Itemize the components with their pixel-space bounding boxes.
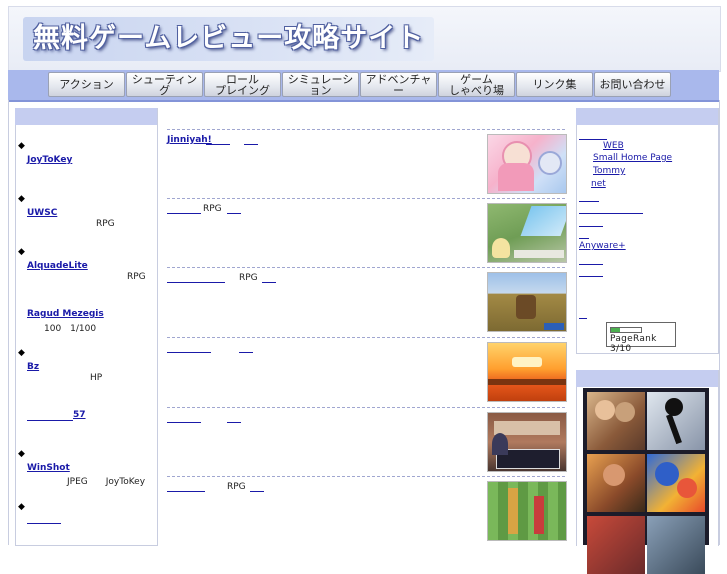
left-link[interactable]: WinShot [27,463,70,473]
left-panel-header [15,108,157,125]
game-link-underline[interactable] [167,413,201,423]
site-header: 無料ゲームレビュー攻略サイト [8,6,721,72]
game-link-underline[interactable] [167,273,225,283]
game-link-underline[interactable] [227,413,241,423]
site-title: 無料ゲームレビュー攻略サイト [33,23,425,54]
frame-left [8,100,9,545]
nav-simulation[interactable]: シミュレーション [282,72,359,97]
right-link-underline[interactable] [579,218,603,227]
game-link-underline[interactable] [244,135,258,145]
right-link[interactable]: WEB [579,141,624,151]
right-link-underline[interactable] [579,268,603,277]
left-link-underline[interactable] [27,515,61,524]
nav-bar: アクション シューティング ロール プレイング シミュレーション アドベンチャー… [8,70,719,102]
bullet-icon: ◆ [18,449,25,459]
right-link-underline[interactable] [579,205,643,214]
pagerank-badge[interactable]: PageRank 3/10 [606,322,676,354]
left-link[interactable]: UWSC [27,208,57,218]
left-desc: JPEG JoyToKey [67,477,146,487]
right-panel-2-header [576,370,718,387]
grid-thumbnail[interactable] [647,454,705,512]
left-link[interactable]: AlquadeLite [27,261,88,271]
row-divider [167,129,565,130]
right-link-underline[interactable] [579,256,603,265]
right-panel-header [576,108,718,125]
bullet-icon: ◆ [18,502,25,512]
bullet-icon: ◆ [18,247,25,257]
nav-menu: アクション シューティング ロール プレイング シミュレーション アドベンチャー… [48,72,671,97]
game-desc: RPG [239,273,258,283]
game-thumbnail[interactable] [487,272,567,332]
game-link-underline[interactable] [227,204,241,214]
grid-thumbnail[interactable] [647,392,705,450]
game-link-underline[interactable] [167,343,211,353]
left-link[interactable]: Bz [27,362,39,372]
left-link-underline[interactable] [27,410,73,421]
game-link-underline[interactable] [167,482,205,492]
game-link-underline[interactable] [167,204,201,214]
bullet-icon: ◆ [18,348,25,358]
left-link[interactable]: Ragud Mezegis [27,309,104,319]
right-link-underline[interactable] [579,193,599,202]
grid-thumbnail[interactable] [647,516,705,574]
right-link-underline[interactable] [579,131,607,140]
right-link[interactable]: Anyware+ [579,241,626,251]
row-divider [167,198,565,199]
game-link-underline[interactable] [250,482,264,492]
row-divider [167,267,565,268]
nav-forum[interactable]: ゲーム しゃべり場 [438,72,515,97]
game-thumbnail[interactable] [487,134,567,194]
thumbnail-grid [583,388,709,574]
left-desc: 100 1/100 [44,324,97,334]
pagerank-label: PageRank 3/10 [610,334,657,354]
right-link[interactable]: net [579,179,606,189]
nav-shooting[interactable]: シューティング [126,72,203,97]
game-thumbnail[interactable] [487,412,567,472]
game-desc: RPG [227,482,246,492]
grid-thumbnail[interactable] [587,516,645,574]
game-thumbnail[interactable] [487,342,567,402]
bullet-icon: ◆ [18,194,25,204]
left-desc: HP [90,373,103,383]
row-divider [167,407,565,408]
nav-adventure[interactable]: アドベンチャー [360,72,437,97]
left-desc: RPG [127,272,146,282]
game-link-underline[interactable] [206,135,230,145]
game-thumbnail[interactable] [487,203,567,263]
game-link-underline[interactable] [262,273,276,283]
nav-rpg[interactable]: ロール プレイング [204,72,281,97]
right-link-underline[interactable] [579,230,589,239]
grid-thumbnail[interactable] [587,454,645,512]
pagerank-bar [610,327,642,333]
game-desc: RPG [203,204,222,214]
nav-action[interactable]: アクション [48,72,125,97]
right-link[interactable]: Small Home Page [579,153,672,163]
pagerank-fill [611,328,620,332]
frame-right [719,100,720,545]
nav-links[interactable]: リンク集 [516,72,593,97]
game-link-underline[interactable] [239,343,253,353]
row-divider [167,476,565,477]
right-link[interactable]: Tommy [579,166,625,176]
left-desc: RPG [96,219,115,229]
game-thumbnail[interactable] [487,481,567,541]
left-link[interactable]: JoyToKey [27,155,72,165]
row-divider [167,337,565,338]
right-link-underline[interactable] [579,310,587,319]
site-logo[interactable]: 無料ゲームレビュー攻略サイト [23,17,435,61]
grid-thumbnail[interactable] [587,392,645,450]
bullet-icon: ◆ [18,141,25,151]
nav-contact[interactable]: お問い合わせ [594,72,671,97]
